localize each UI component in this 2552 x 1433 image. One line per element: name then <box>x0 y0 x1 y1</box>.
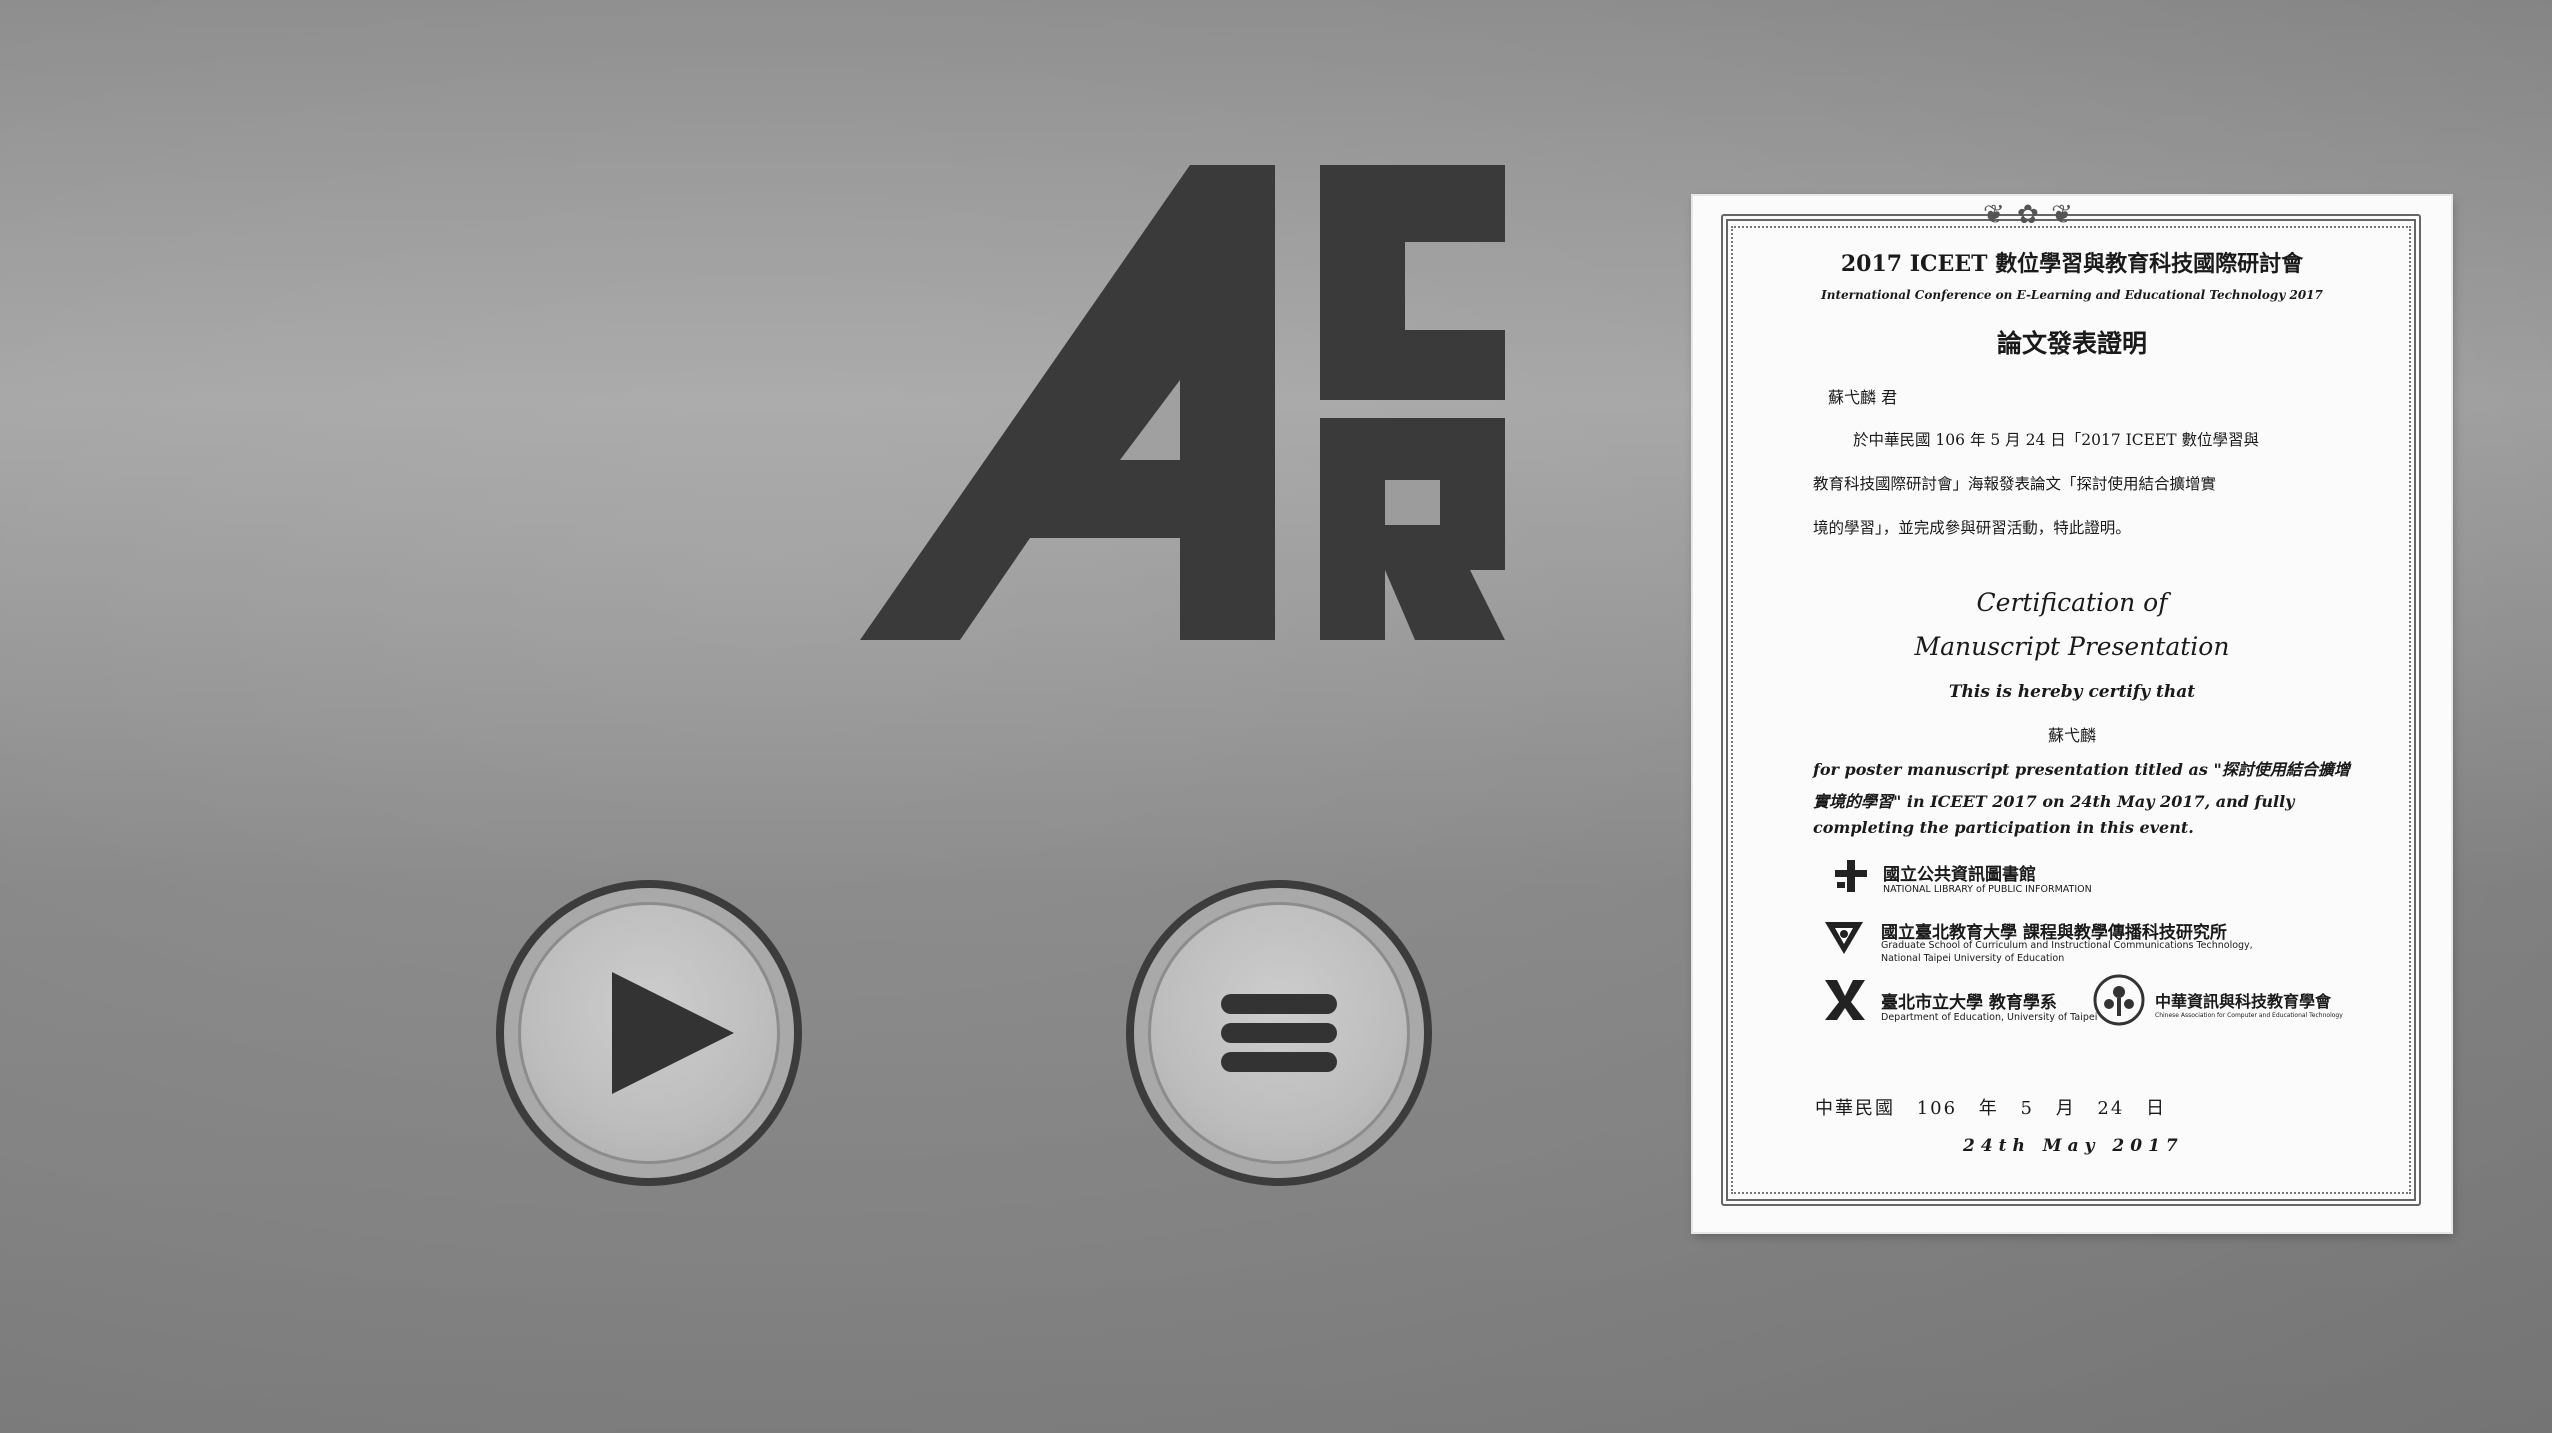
organizer-name: 臺北市立大學 教育學系 <box>1881 993 2057 1013</box>
body-en-line: for poster manuscript presentation title… <box>1813 760 2350 779</box>
recipient-name: 蘇弋麟 <box>2047 726 2096 745</box>
organizer-subtitle: National Taipei University of Education <box>1881 953 2065 964</box>
certificate-heading: 論文發表證明 <box>1996 329 2147 358</box>
body-zh-line: 於中華民國 106 年 5 月 24 日「2017 ICEET 數位學習與 <box>1853 431 2259 449</box>
certificate-image[interactable]: ❦ ✿ ❦ 2017 ICEET 數位學習與教育科技國際研討會 Internat… <box>1693 196 2451 1232</box>
certificate-heading-en: Manuscript Presentation <box>1914 632 2230 661</box>
menu-icon <box>1221 994 1337 1072</box>
organizer-name: 國立公共資訊圖書館 <box>1883 865 2036 885</box>
cacet-logo <box>2093 974 2145 1026</box>
utaipei-logo <box>1825 980 1865 1020</box>
logo-letter-r <box>1320 418 1505 640</box>
certificate-title-zh: 2017 ICEET 數位學習與教育科技國際研討會 <box>1840 251 2304 277</box>
date-zh: 中華民國 106 年 5 月 24 日 <box>1815 1098 2167 1119</box>
organizer-subtitle: Chinese Association for Computer and Edu… <box>2155 1012 2343 1019</box>
play-button[interactable] <box>496 880 802 1186</box>
recipient-line: 蘇弋麟 君 <box>1828 388 1898 407</box>
organizer-subtitle: NATIONAL LIBRARY of PUBLIC INFORMATION <box>1883 884 2092 895</box>
logo-letter-a <box>860 165 1275 640</box>
play-icon <box>612 972 734 1094</box>
ornament: ❦ ✿ ❦ <box>1983 200 2075 230</box>
organizer-subtitle: Graduate School of Curriculum and Instru… <box>1881 940 2253 951</box>
certify-text: This is hereby certify that <box>1948 682 2196 702</box>
organizer-subtitle: Department of Education, University of T… <box>1881 1012 2098 1023</box>
certificate-heading-en: Certification of <box>1976 588 2168 617</box>
body-en-line: completing the participation in this eve… <box>1813 818 2194 837</box>
organizer-name: 中華資訊與科技教育學會 <box>2155 992 2332 1011</box>
app-logo <box>860 165 1505 640</box>
library-logo <box>1835 860 1867 892</box>
certificate-title-en: International Conference on E-Learning a… <box>1821 288 2323 302</box>
menu-button[interactable] <box>1126 880 1432 1186</box>
date-en: 24th May 2017 <box>1963 1136 2184 1156</box>
logo-letter-c <box>1320 165 1505 400</box>
body-zh-line: 教育科技國際研討會」海報發表論文「探討使用結合擴增實 <box>1813 475 2217 493</box>
body-zh-line: 境的學習」，並完成參與研習活動，特此證明。 <box>1813 519 2131 537</box>
ntue-logo <box>1825 922 1863 954</box>
body-en-line: 實境的學習" in ICEET 2017 on 24th May 2017, a… <box>1813 792 2295 811</box>
